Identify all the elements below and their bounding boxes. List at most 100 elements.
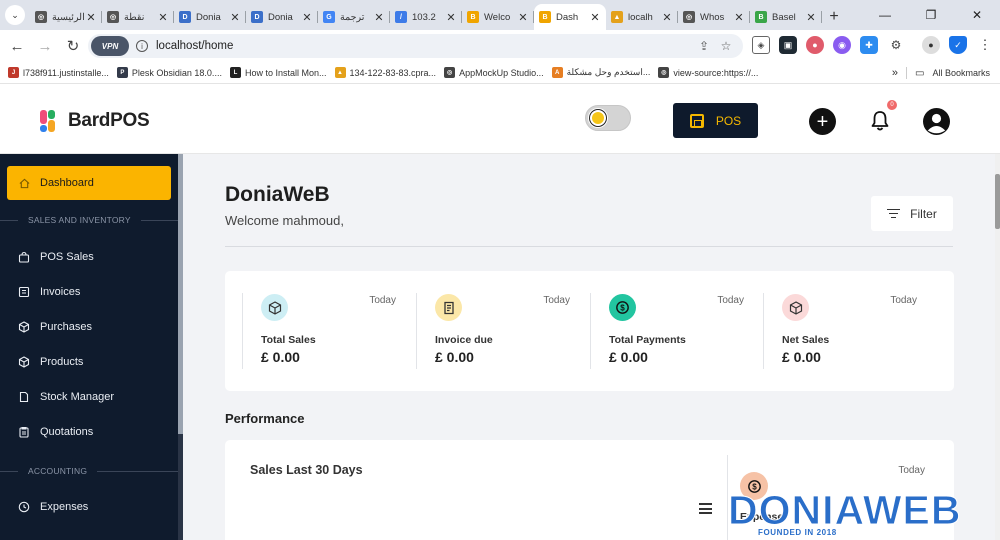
stat-total-sales[interactable]: Today Total Sales £ 0.00 (242, 293, 414, 369)
plus-icon: + (816, 110, 829, 133)
sidebar-item-quotations[interactable]: Quotations (18, 426, 93, 438)
profile-icon[interactable]: ● (922, 36, 940, 54)
browser-tab[interactable]: D Donia ✕ (246, 4, 318, 30)
tab-close-icon[interactable]: ✕ (805, 11, 817, 24)
tab-close-icon[interactable]: ✕ (445, 11, 457, 24)
sidebar-item-pos-sales[interactable]: POS Sales (18, 251, 94, 263)
bookmark-item[interactable]: L How to Install Mon... (229, 67, 327, 78)
bell-icon[interactable] (870, 110, 890, 132)
brand[interactable]: BardPOS (40, 110, 150, 132)
extension-red-icon[interactable]: ● (806, 36, 824, 54)
restore-icon[interactable]: ❐ (908, 0, 954, 30)
section-line (140, 219, 178, 221)
theme-toggle[interactable] (585, 105, 631, 131)
browser-tab[interactable]: ◎ الرئيسية ✕ (30, 4, 102, 30)
sidebar-item-purchases[interactable]: Purchases (18, 321, 92, 333)
shield-extension-icon[interactable]: ◈ (752, 36, 770, 54)
sidebar-item-stock-manager[interactable]: Stock Manager (18, 391, 114, 403)
sidebar-section-sales: SALES AND INVENTORY (0, 215, 178, 225)
stat-value: £ 0.00 (435, 349, 474, 365)
browser-menu-icon[interactable]: ⋮ (976, 36, 994, 54)
new-tab-button[interactable]: + (822, 4, 846, 30)
url-text[interactable]: localhost/home (156, 40, 693, 52)
stat-value: £ 0.00 (261, 349, 300, 365)
bookmark-favicon-icon: A (551, 67, 563, 78)
bookmark-item[interactable]: ◎ view-source:https://... (658, 67, 758, 78)
bookmark-list: Jl738f911.justinstalle... P Plesk Obsidian… (0, 67, 758, 78)
sidebar-section-accounting: ACCOUNTING (0, 466, 178, 476)
browser-tab[interactable]: ◎ نقطة ✕ (102, 4, 174, 30)
minimize-icon[interactable]: — (862, 0, 908, 30)
page-scrollbar[interactable] (995, 154, 1000, 540)
tab-close-icon[interactable]: ✕ (229, 11, 241, 24)
stat-invoice-due[interactable]: Today Invoice due £ 0.00 (416, 293, 588, 369)
bookmark-label: How to Install Mon... (244, 67, 327, 78)
all-bookmarks-link[interactable]: All Bookmarks (932, 68, 990, 78)
sidebar-item-label: Stock Manager (40, 391, 114, 403)
sidebar-item-dashboard[interactable]: Dashboard (7, 166, 171, 200)
performance-title: Performance (225, 411, 305, 426)
bookmark-item[interactable]: A استخدم وحل مشكلة... (551, 67, 650, 78)
tab-close-icon[interactable]: ✕ (517, 11, 529, 24)
close-window-icon[interactable]: ✕ (954, 0, 1000, 30)
browser-tab[interactable]: D Donia ✕ (174, 4, 246, 30)
filter-icon (887, 208, 901, 219)
stat-total-payments[interactable]: $ Today Total Payments £ 0.00 (590, 293, 762, 369)
reload-button[interactable]: ↻ (60, 33, 86, 59)
bookmark-item[interactable]: ◎ AppMockUp Studio... (444, 67, 544, 78)
tab-close-icon[interactable]: ✕ (157, 11, 169, 24)
notification-badge: 0 (887, 100, 897, 110)
bookmark-item[interactable]: ▲ 134-122-83-83.cpra... (334, 67, 436, 78)
browser-tab[interactable]: ▲ localh ✕ (606, 4, 678, 30)
tab-title: Donia (196, 11, 221, 23)
browser-tab[interactable]: ◎ Whos ✕ (678, 4, 750, 30)
filter-button[interactable]: Filter (871, 196, 953, 231)
vpn-badge[interactable]: VPN (91, 36, 129, 56)
extension-teal-icon[interactable]: ▣ (779, 36, 797, 54)
address-bar[interactable]: VPN i localhost/home ⇪ ☆ (88, 34, 743, 58)
tab-close-icon[interactable]: ✕ (661, 11, 673, 24)
extension-color-icon[interactable]: ◉ (833, 36, 851, 54)
tab-close-icon[interactable]: ✕ (301, 11, 313, 24)
pos-button[interactable]: POS (673, 103, 758, 138)
stats-card: Today Total Sales £ 0.00 Today Invoice d… (225, 271, 954, 391)
tab-favicon-icon: ◎ (35, 11, 47, 23)
bookmark-star-icon[interactable]: ☆ (715, 35, 737, 57)
sidebar (0, 154, 178, 540)
forward-button[interactable]: → (32, 33, 58, 59)
browser-tab[interactable]: B Welco ✕ (462, 4, 534, 30)
tab-close-icon[interactable]: ✕ (733, 11, 745, 24)
browser-tab[interactable]: B Dash ✕ (534, 4, 606, 30)
stat-period: Today (369, 295, 396, 306)
expense-icon: $ (740, 472, 768, 500)
more-bookmarks-icon[interactable]: » (892, 67, 898, 79)
browser-tab[interactable]: / 103.2 ✕ (390, 4, 462, 30)
browser-tab[interactable]: G ترجمة ✕ (318, 4, 390, 30)
browser-tab[interactable]: B Basel ✕ (750, 4, 822, 30)
back-button[interactable]: ← (4, 33, 30, 59)
tab-close-icon[interactable]: ✕ (589, 11, 601, 24)
tab-close-icon[interactable]: ✕ (373, 11, 385, 24)
folder-icon: ▭ (915, 67, 925, 79)
security-shield-icon[interactable]: ✓ (949, 36, 967, 54)
stat-net-sales[interactable]: Today Net Sales £ 0.00 (763, 293, 935, 369)
page-scroll-thumb[interactable] (995, 174, 1000, 229)
add-button[interactable]: + (809, 108, 836, 135)
tab-title: Dash (556, 11, 579, 23)
bookmark-item[interactable]: P Plesk Obsidian 18.0.... (116, 67, 222, 78)
tab-title: localh (628, 11, 653, 23)
tab-title: 103.2 (412, 11, 436, 23)
chart-menu-icon[interactable] (699, 503, 712, 514)
bookmark-item[interactable]: Jl738f911.justinstalle... (8, 67, 109, 78)
tab-close-icon[interactable]: ✕ (85, 11, 97, 24)
site-info-icon[interactable]: i (136, 40, 148, 52)
sidebar-item-invoices[interactable]: Invoices (18, 286, 80, 298)
extension-blue-icon[interactable]: ✚ (860, 36, 878, 54)
sidebar-item-expenses[interactable]: Expenses (18, 501, 88, 513)
user-avatar[interactable] (923, 108, 950, 135)
tab-search-button[interactable]: ⌄ (0, 0, 30, 30)
puzzle-icon[interactable]: ⚙ (887, 36, 905, 54)
chevron-down-icon: ⌄ (5, 5, 25, 25)
share-icon[interactable]: ⇪ (693, 35, 715, 57)
sidebar-item-products[interactable]: Products (18, 356, 83, 368)
